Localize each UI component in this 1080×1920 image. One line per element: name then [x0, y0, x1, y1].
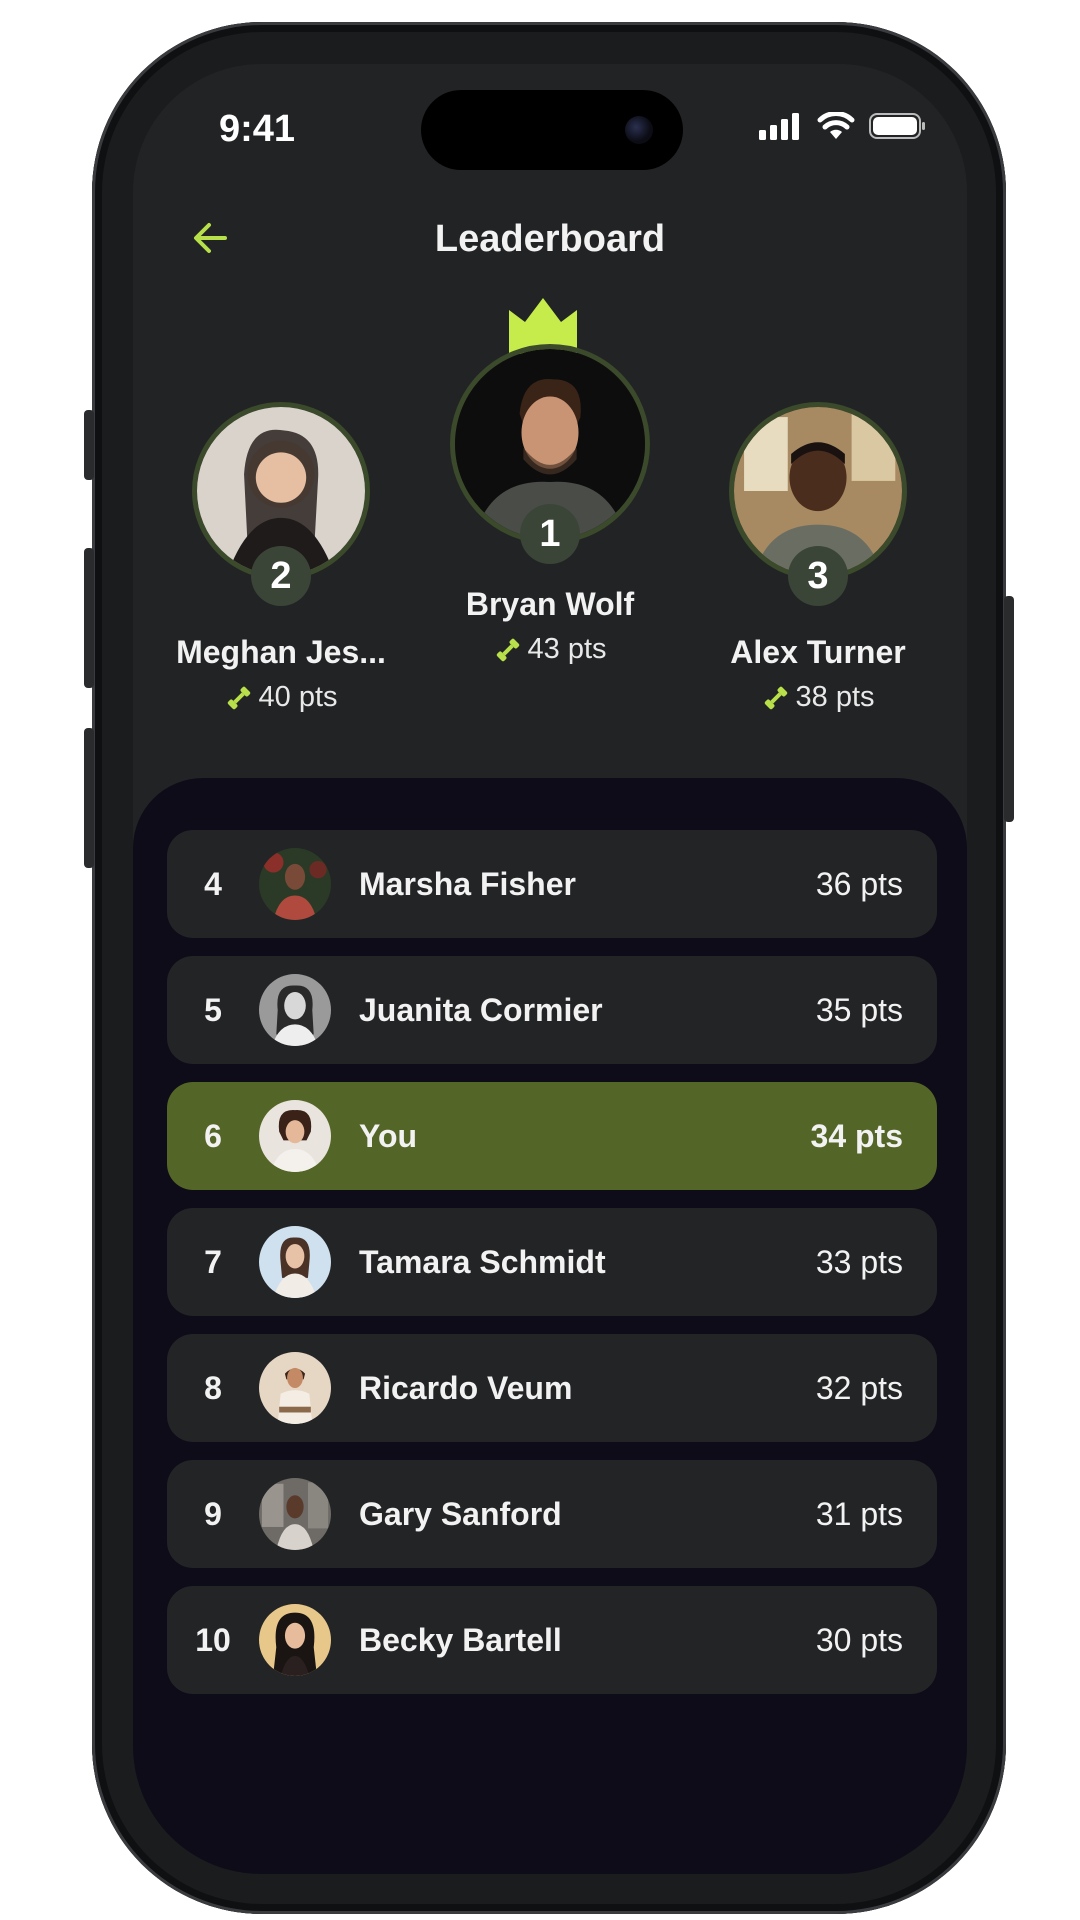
list-item[interactable]: 7 Tamara Schmidt 33 pts [167, 1208, 937, 1316]
podium-second[interactable]: 2 Meghan Jes... 40 pts [176, 402, 386, 714]
app-screen: 9:41 Leaderboard 2 Meghan Jes... 40 pts … [133, 64, 967, 1874]
list-item[interactable]: 8 Ricardo Veum 32 pts [167, 1334, 937, 1442]
list-item[interactable]: 10 Becky Bartell 30 pts [167, 1586, 937, 1694]
avatar [259, 848, 331, 920]
podium-third[interactable]: 3 Alex Turner 38 pts [716, 402, 920, 714]
avatar [259, 1478, 331, 1550]
dynamic-island [421, 90, 683, 170]
list-name: You [359, 1117, 418, 1154]
list-item[interactable]: 4 Marsha Fisher 36 pts [167, 830, 937, 938]
ranking-list: 4 Marsha Fisher 36 pts 5 Juanita Cormier… [133, 778, 967, 1874]
list-points: 35 pts [815, 991, 903, 1028]
list-rank: 10 [195, 1621, 231, 1658]
rank-badge: 2 [251, 546, 311, 606]
podium-first[interactable]: 1 Bryan Wolf 43 pts [448, 294, 652, 666]
mute-switch [84, 410, 94, 480]
list-rank: 4 [204, 865, 222, 902]
list-name: Becky Bartell [359, 1621, 562, 1658]
page-title: Leaderboard [434, 218, 666, 260]
avatar [259, 1100, 331, 1172]
list-item[interactable]: 5 Juanita Cormier 35 pts [167, 956, 937, 1064]
rank-badge: 3 [788, 546, 848, 606]
volume-up-button [84, 548, 94, 688]
list-name: Juanita Cormier [359, 991, 603, 1028]
list-points: 34 pts [810, 1117, 903, 1154]
power-button [1004, 596, 1014, 822]
signal-icon [759, 113, 799, 140]
list-points: 30 pts [815, 1621, 903, 1658]
podium-name: Alex Turner [730, 634, 906, 670]
podium-points: 40 pts [181, 681, 381, 714]
podium-points: 43 pts [448, 633, 652, 666]
status-icons [759, 112, 927, 140]
wifi-icon [817, 112, 855, 139]
list-rank: 9 [204, 1495, 222, 1532]
podium-name: Meghan Jes... [176, 634, 386, 670]
list-rank: 7 [204, 1243, 222, 1280]
list-item[interactable]: 9 Gary Sanford 31 pts [167, 1460, 937, 1568]
list-name: Gary Sanford [359, 1495, 562, 1532]
list-name: Marsha Fisher [359, 865, 576, 902]
avatar [259, 1226, 331, 1298]
dumbbell-icon [227, 686, 250, 709]
rank-badge: 1 [520, 504, 580, 564]
podium-name: Bryan Wolf [465, 586, 635, 622]
podium-points: 38 pts [716, 681, 920, 714]
list-name: Tamara Schmidt [359, 1243, 606, 1280]
list-rank: 8 [204, 1369, 222, 1406]
avatar [259, 1604, 331, 1676]
list-rank: 6 [204, 1117, 222, 1154]
volume-down-button [84, 728, 94, 868]
battery-icon [869, 113, 925, 139]
list-points: 33 pts [815, 1243, 903, 1280]
podium-points-label: 40 pts [258, 681, 338, 713]
list-points: 32 pts [815, 1369, 903, 1406]
list-item-current-user[interactable]: 6 You 34 pts [167, 1082, 937, 1190]
avatar [259, 1352, 331, 1424]
list-points: 36 pts [815, 865, 903, 902]
dumbbell-icon [496, 638, 519, 661]
list-rank: 5 [204, 991, 222, 1028]
dumbbell-icon [764, 686, 787, 709]
podium-points-label: 43 pts [527, 633, 607, 665]
podium-points-label: 38 pts [795, 681, 875, 713]
status-time: 9:41 [219, 108, 296, 150]
list-points: 31 pts [815, 1495, 903, 1532]
camera-icon [625, 116, 653, 144]
list-name: Ricardo Veum [359, 1369, 573, 1406]
avatar [259, 974, 331, 1046]
